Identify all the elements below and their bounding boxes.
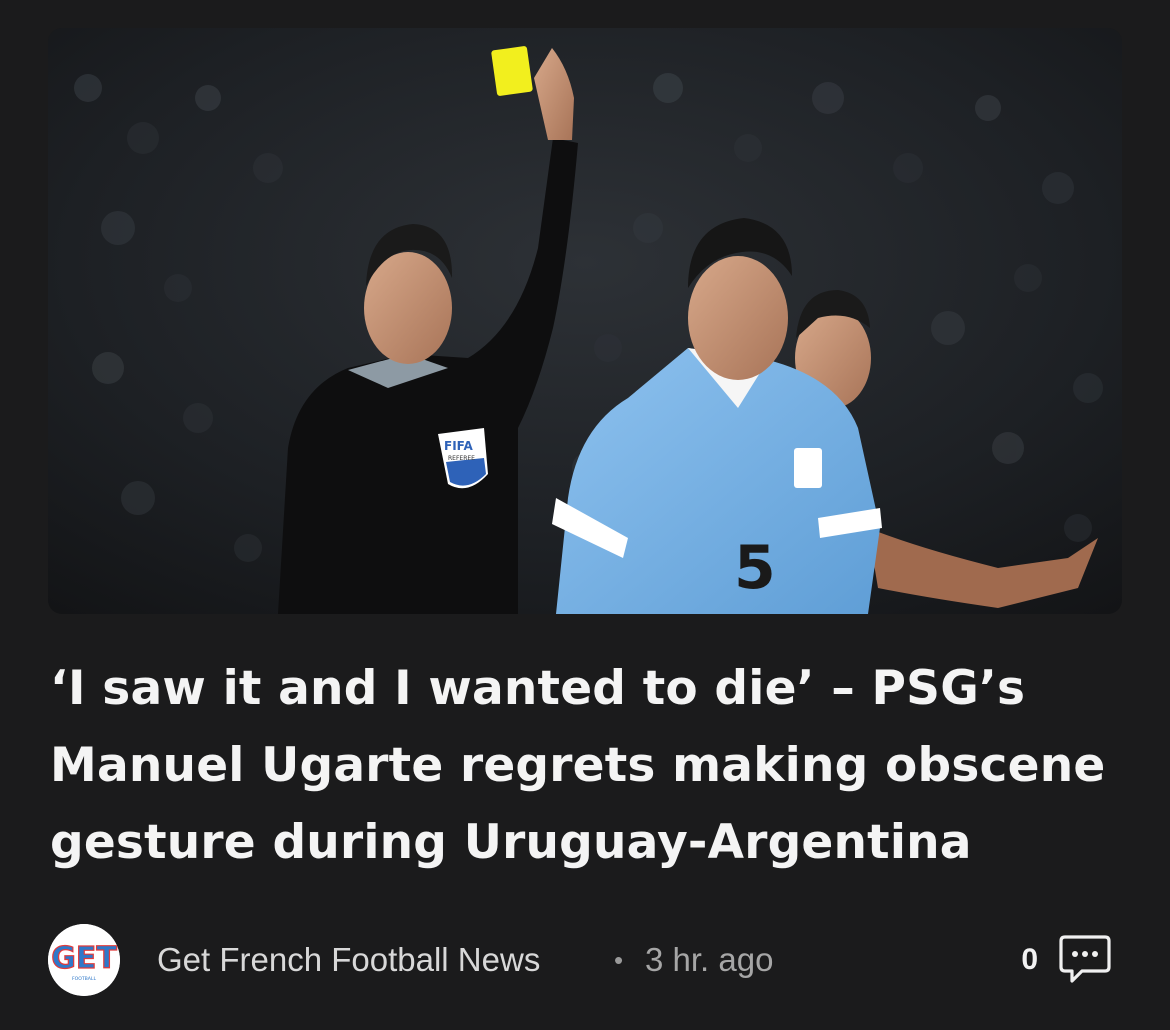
news-card[interactable]: FIFA REFEREE 5 ‘I saw it and I wanted to…	[0, 0, 1170, 1030]
hero-photo: FIFA REFEREE 5	[48, 28, 1122, 614]
uruguay-crest	[794, 448, 822, 488]
comment-count: 0	[1021, 943, 1038, 976]
meta-separator: •	[614, 945, 624, 975]
article-hero-image[interactable]: FIFA REFEREE 5	[48, 28, 1122, 614]
svg-text:FIFA: FIFA	[444, 439, 473, 453]
comment-button[interactable]	[1058, 934, 1112, 986]
yellow-card	[491, 46, 533, 96]
article-headline[interactable]: ‘I saw it and I wanted to die’ – PSG’s M…	[50, 650, 1130, 881]
get-football-logo-icon: GET FOOTBALL	[48, 924, 120, 996]
source-logo[interactable]: GET FOOTBALL	[48, 924, 120, 996]
svg-text:REFEREE: REFEREE	[448, 455, 475, 462]
svg-text:GET: GET	[51, 941, 117, 976]
comment-bubble-icon	[1059, 935, 1111, 983]
jersey-number: 5	[734, 533, 776, 603]
svg-text:FOOTBALL: FOOTBALL	[72, 976, 97, 982]
source-name[interactable]: Get French Football News	[157, 940, 540, 980]
published-time: 3 hr. ago	[645, 941, 774, 978]
article-meta: GET FOOTBALL Get French Football News • …	[48, 924, 1122, 996]
